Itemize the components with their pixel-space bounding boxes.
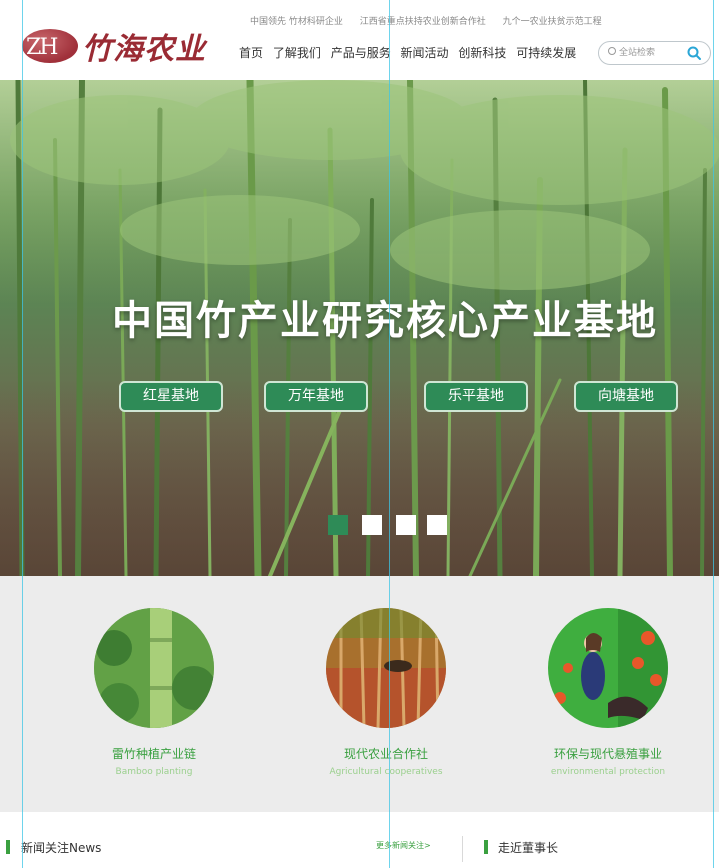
bamboo-planting-image (94, 608, 214, 728)
chairman-section-title: 走近董事长 (498, 841, 559, 855)
feature-title: 雷竹种植产业链 (111, 747, 196, 761)
logo-badge-text: ZH (26, 35, 59, 60)
divider (462, 836, 463, 862)
main-nav: 首页 了解我们 产品与服务 新闻活动 创新科技 可持续发展 (239, 44, 582, 61)
feature-card[interactable]: 环保与现代悬殖事业 environmental protection (518, 608, 698, 777)
search-input[interactable] (619, 44, 683, 62)
top-link[interactable]: 中国领先 竹材科研企业 (250, 17, 343, 27)
search-icon[interactable] (686, 45, 702, 61)
more-news-link[interactable]: 更多新闻关注> (376, 840, 431, 851)
top-link[interactable]: 九个一农业扶贫示范工程 (503, 17, 602, 27)
slide-dot-3[interactable] (396, 515, 416, 535)
feature-subtitle: Agricultural cooperatives (329, 767, 443, 777)
slide-dot-2[interactable] (362, 515, 382, 535)
environment-image (548, 608, 668, 728)
feature-subtitle: Bamboo planting (115, 767, 193, 777)
base-button-wannian[interactable]: 万年基地 (264, 381, 368, 412)
feature-title: 环保与现代悬殖事业 (553, 747, 662, 761)
feature-card[interactable]: 现代农业合作社 Agricultural cooperatives (296, 608, 476, 777)
logo-name: 竹海农业 (82, 32, 206, 67)
slide-dot-4[interactable] (427, 515, 447, 535)
feature-section: 雷竹种植产业链 Bamboo planting 现代农业合作社 Agricult… (0, 576, 719, 812)
hero-title: 中国竹产业研究核心产业基地 (112, 298, 658, 344)
cooperative-image (326, 608, 446, 728)
news-section-title: 新闻关注News (21, 841, 102, 855)
section-marker (484, 840, 488, 854)
slide-dot-1[interactable] (328, 515, 348, 535)
guide-line-center (389, 0, 390, 868)
bottom-section: 新闻关注News 更多新闻关注> 走近董事长 (0, 812, 719, 868)
nav-item-sustainability[interactable]: 可持续发展 (516, 46, 576, 60)
feature-title: 现代农业合作社 (343, 747, 428, 761)
guide-line-left (22, 0, 23, 868)
hero-banner: 中国竹产业研究核心产业基地 红星基地 万年基地 乐平基地 向塘基地 (0, 80, 719, 576)
top-links: 中国领先 竹材科研企业 江西省重点扶持农业创新合作社 九个一农业扶贫示范工程 (250, 14, 616, 27)
location-pin-icon (608, 47, 616, 55)
nav-item-about[interactable]: 了解我们 (273, 46, 321, 60)
logo[interactable]: ZH 竹海农业 (22, 24, 222, 70)
feature-subtitle: environmental protection (550, 767, 666, 777)
search-box (598, 41, 711, 65)
nav-item-innovation[interactable]: 创新科技 (458, 46, 506, 60)
nav-item-news[interactable]: 新闻活动 (401, 46, 449, 60)
base-button-leping[interactable]: 乐平基地 (424, 381, 528, 412)
nav-item-home[interactable]: 首页 (239, 46, 263, 60)
site-header: ZH 竹海农业 中国领先 竹材科研企业 江西省重点扶持农业创新合作社 九个一农业… (0, 0, 719, 80)
base-button-hongxing[interactable]: 红星基地 (119, 381, 223, 412)
top-link[interactable]: 江西省重点扶持农业创新合作社 (360, 17, 486, 27)
logo-badge: ZH (22, 29, 78, 63)
guide-line-right (713, 0, 714, 868)
section-marker (6, 840, 10, 854)
nav-item-products[interactable]: 产品与服务 (331, 46, 391, 60)
base-button-xiangtang[interactable]: 向塘基地 (574, 381, 678, 412)
feature-card[interactable]: 雷竹种植产业链 Bamboo planting (64, 608, 244, 777)
